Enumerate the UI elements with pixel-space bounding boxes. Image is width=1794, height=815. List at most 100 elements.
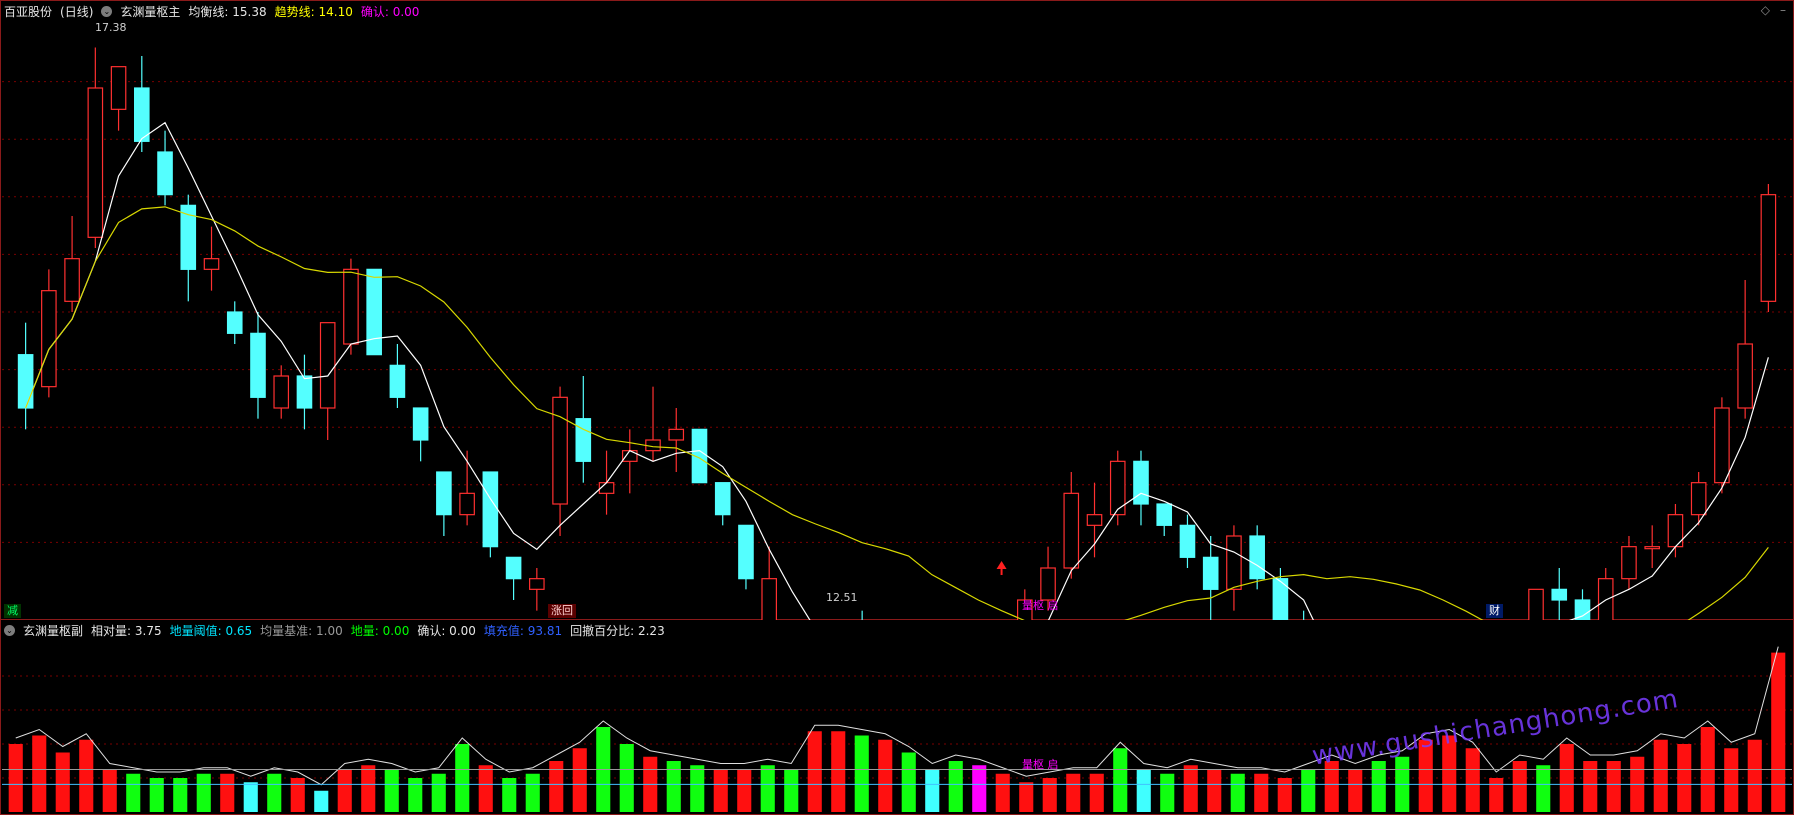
candle-body [1156,503,1173,526]
volume-bar [502,778,517,812]
volume-bar [1254,773,1269,812]
volume-bar [1653,739,1668,812]
signal-label-sub: 量枢 启 [1022,758,1059,771]
signal-label-main: 量枢 启 [1022,599,1059,612]
volume-bar [220,773,235,812]
candle-body [459,492,475,516]
candle-body [1714,407,1730,484]
candle-body [621,450,638,462]
volume-bar [995,773,1010,812]
volume-bar [149,778,164,812]
candle-body [1597,578,1614,620]
volume-bar [1183,765,1198,812]
volume-bar [55,752,70,812]
volume-bar [1136,769,1151,812]
volume-bar [290,778,305,812]
badge-zhanghui: 涨回 [548,604,576,618]
candle-body [668,428,685,441]
fill-value: 填充值: 93.81 [483,623,563,638]
volume-bar [1606,761,1621,812]
main-indicator-name[interactable]: 玄渊量枢主 [120,3,180,20]
candle-body [1202,556,1219,590]
candle-body [157,151,173,196]
volume-bar [784,769,799,812]
window-controls: ◇ – [1761,3,1786,17]
volume-bar [901,752,916,812]
candle-body [389,364,406,398]
volume-bar [1089,773,1104,812]
candle-body [1690,482,1707,516]
period-label: (日线) [60,4,94,19]
candle-body [529,578,545,590]
candle-body [1040,567,1056,601]
volume-bar [1207,769,1222,812]
high-price-label: 17.38 [95,21,127,34]
volume-bar [1771,652,1786,812]
candle-body [366,268,382,356]
volume-bar [337,769,352,812]
minimize-icon[interactable]: – [1780,3,1786,17]
volume-bar [854,735,869,812]
volume-bar [925,769,940,812]
volume-bar [737,769,752,812]
volume-bar [1113,748,1128,812]
volume-bar [1277,778,1292,812]
indicator-toggle-icon[interactable]: ⌄ [101,5,113,17]
volume-bar [1724,748,1739,812]
diamond-icon[interactable]: ◇ [1761,3,1770,17]
volume-bar [79,739,94,812]
stock-name: 百亚股份 [4,4,53,19]
volume-bar [831,731,846,812]
volume-bar [361,765,376,812]
volume-bar [126,773,141,812]
trend-line [25,206,1769,620]
volume-bar [878,739,893,812]
candle-body [203,258,220,270]
volume-baseline-value: 均量基准: 1.00 [260,623,343,638]
volume-bar [1489,778,1504,812]
volume-bar [314,790,329,812]
candle-body [110,66,127,110]
volume-bar [102,769,117,812]
candle-body [482,471,499,548]
signal-arrow-icon [996,561,1007,569]
candle-body [250,332,266,398]
volume-bar [1677,744,1692,812]
badge-jian: 减 [4,604,21,618]
candle-body [17,354,34,409]
volume-bar [243,782,258,812]
candle-body [1226,535,1242,590]
candle-body [1621,546,1637,580]
candle-body [761,578,778,620]
volume-bar [760,765,775,812]
volume-bar [1019,782,1034,812]
candle-body [319,322,336,409]
candle-body [575,418,592,462]
candle-body [1737,343,1753,409]
candle-body [1179,524,1196,558]
candle-body [1063,492,1080,569]
volume-bar [572,748,587,812]
relative-volume-value: 相对量: 3.75 [91,623,162,638]
candle-body [505,556,522,580]
candle-body [296,375,313,409]
volume-bar [32,735,47,812]
main-indicator-header: 百亚股份 (日线) ⌄ 玄渊量枢主 均衡线: 15.38 趋势线: 14.10 … [4,2,419,20]
volume-bar [1512,761,1527,812]
low-volume-value: 地量: 0.00 [350,623,410,638]
volume-bar [8,744,23,812]
candle-body [133,87,150,142]
volume-bar [1559,744,1574,812]
volume-bar [196,773,211,812]
sub-indicator-toggle-icon[interactable]: ⌄ [4,624,15,636]
candle-body [1086,514,1103,526]
candle-body [226,311,243,334]
sub-indicator-name[interactable]: 玄渊量枢副 [23,622,83,639]
candle-body [1574,599,1591,620]
volume-bar [525,773,540,812]
volume-bar [478,765,493,812]
pullback-pct-value: 回撤百分比: 2.23 [570,623,665,638]
volume-bar [1160,773,1175,812]
candle-body [1760,194,1777,302]
candlestick-chart[interactable] [0,0,1794,620]
